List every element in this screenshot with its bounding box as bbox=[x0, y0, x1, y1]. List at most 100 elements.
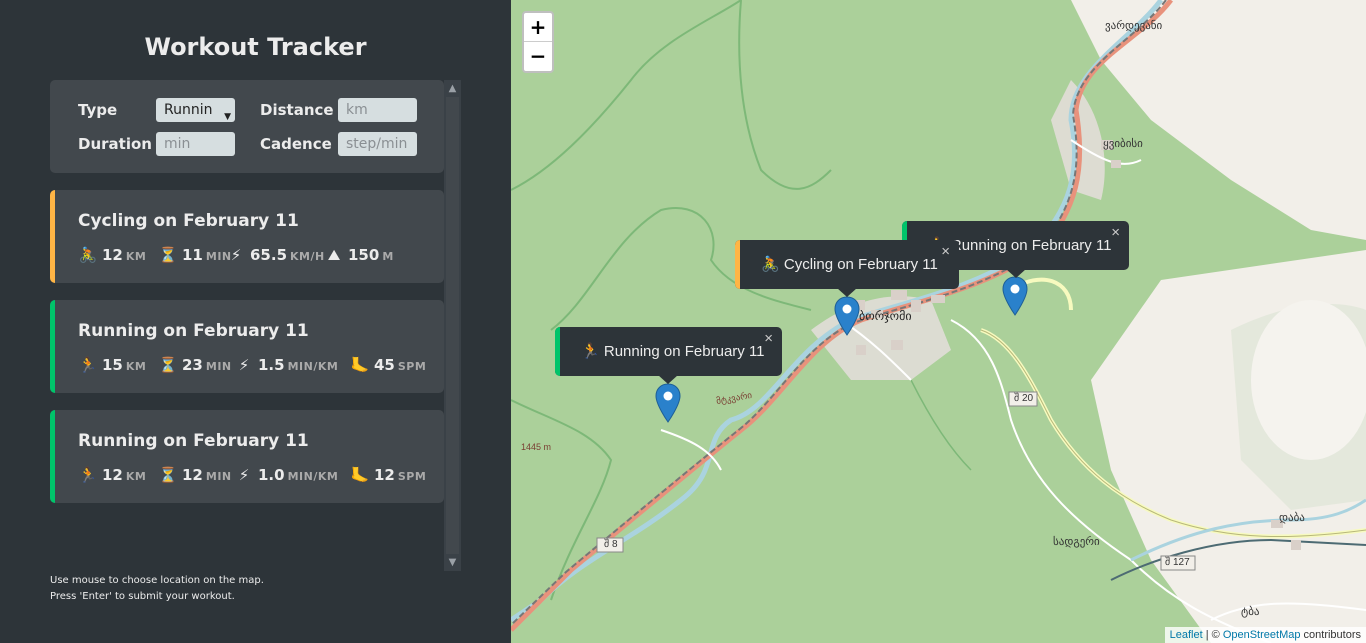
mountain-icon: ⛰ bbox=[327, 246, 341, 264]
detail-value: 12 bbox=[102, 246, 123, 264]
workout-detail: ⛰ 150 M bbox=[324, 246, 394, 264]
scrollbar[interactable]: ▲ ▼ bbox=[444, 80, 461, 571]
map-attribution: Leaflet | © OpenStreetMap contributors bbox=[1164, 627, 1366, 643]
map[interactable]: ვარდევანი ყვიბისი ბორჯომი მტკვარი სადგერ… bbox=[511, 0, 1366, 643]
zoom-in-button[interactable]: + bbox=[524, 13, 552, 42]
workout-card[interactable]: Running on February 11 🏃 15 KM ⏳ 23 MIN ⚡ 1.5 MIN… bbox=[50, 300, 444, 393]
workout-detail: 🚴 12 KM bbox=[78, 246, 146, 264]
type-label: Type bbox=[78, 101, 118, 119]
road-label: შ 20 bbox=[1014, 393, 1034, 404]
workout-color-bar bbox=[50, 190, 55, 283]
popup-text: Cycling on February 11 bbox=[783, 256, 938, 273]
map-tiles bbox=[511, 0, 1366, 643]
lightning-icon: ⚡ bbox=[230, 246, 242, 264]
place-label: დაბა bbox=[1279, 512, 1305, 524]
workout-color-bar bbox=[50, 300, 55, 393]
type-select[interactable]: Runnin ▼ bbox=[156, 98, 235, 122]
attribution-separator: | © bbox=[1202, 629, 1223, 641]
detail-unit: KM bbox=[125, 360, 147, 373]
place-label: ბორჯომი bbox=[859, 309, 912, 323]
workout-card[interactable]: Cycling on February 11 🚴 12 KM ⏳ 11 MIN ⚡ 65.5 KM… bbox=[50, 190, 444, 283]
map-marker-icon[interactable] bbox=[1002, 276, 1028, 316]
workout-popup[interactable]: 🚴 Cycling on February 11 × bbox=[735, 240, 959, 297]
osm-link[interactable]: OpenStreetMap bbox=[1223, 629, 1301, 641]
popup-text: Running on February 11 bbox=[950, 237, 1112, 254]
workout-detail: ⚡ 65.5 KM/H bbox=[226, 246, 325, 264]
place-label: ყვიბისი bbox=[1103, 138, 1143, 150]
detail-unit: M bbox=[382, 250, 394, 263]
zoom-out-button[interactable]: − bbox=[524, 42, 552, 71]
place-label: ტბა bbox=[1241, 606, 1260, 618]
workout-card[interactable]: Running on February 11 🏃 12 KM ⏳ 12 MIN ⚡ 1.0 MIN… bbox=[50, 410, 444, 503]
lightning-icon: ⚡ bbox=[238, 466, 250, 484]
foot-icon: 🦶 bbox=[350, 466, 370, 484]
distance-input[interactable]: km bbox=[338, 98, 417, 122]
sidebar: Workout Tracker Type Runnin ▼ Distance k… bbox=[0, 0, 511, 643]
runner-icon: 🏃 bbox=[581, 343, 600, 360]
popup-color-bar bbox=[735, 240, 740, 289]
scroll-up-icon[interactable]: ▲ bbox=[444, 80, 461, 97]
app-title: Workout Tracker bbox=[144, 33, 367, 61]
detail-unit: MIN/KM bbox=[287, 360, 339, 373]
workout-detail: 🦶 12 SPM bbox=[350, 466, 426, 484]
popup-tip bbox=[1006, 269, 1026, 278]
detail-unit: KM bbox=[125, 470, 147, 483]
duration-input[interactable]: min bbox=[156, 132, 235, 156]
workout-detail: ⚡ 1.0 MIN/KM bbox=[234, 466, 338, 484]
leaflet-link[interactable]: Leaflet bbox=[1170, 629, 1203, 641]
detail-unit: MIN/KM bbox=[287, 470, 339, 483]
usage-hint: Use mouse to choose location on the map.… bbox=[50, 573, 264, 605]
foot-icon: 🦶 bbox=[350, 356, 370, 374]
detail-unit: MIN bbox=[205, 470, 232, 483]
popup-tip bbox=[658, 375, 678, 384]
workout-detail: ⚡ 1.5 MIN/KM bbox=[234, 356, 338, 374]
close-icon[interactable]: × bbox=[764, 331, 773, 347]
detail-unit: SPM bbox=[397, 470, 427, 483]
detail-unit: SPM bbox=[397, 360, 427, 373]
hourglass-icon: ⏳ bbox=[158, 246, 178, 264]
workout-title: Cycling on February 11 bbox=[78, 211, 299, 231]
map-marker-icon[interactable] bbox=[655, 383, 681, 423]
detail-value: 12 bbox=[102, 466, 123, 484]
road-label: შ 127 bbox=[1165, 557, 1190, 568]
workout-form: Type Runnin ▼ Distance km Duration min C… bbox=[50, 80, 444, 173]
detail-value: 12 bbox=[182, 466, 203, 484]
detail-value: 45 bbox=[374, 356, 395, 374]
map-marker-icon[interactable] bbox=[834, 296, 860, 336]
runner-icon: 🏃 bbox=[78, 466, 98, 484]
hourglass-icon: ⏳ bbox=[158, 466, 178, 484]
workout-detail: 🏃 15 KM bbox=[78, 356, 146, 374]
runner-icon: 🏃 bbox=[78, 356, 98, 374]
distance-label: Distance bbox=[260, 101, 334, 119]
chevron-down-icon: ▼ bbox=[224, 112, 231, 122]
detail-value: 12 bbox=[374, 466, 395, 484]
workout-detail: ⏳ 12 MIN bbox=[158, 466, 232, 484]
workout-list: Type Runnin ▼ Distance km Duration min C… bbox=[50, 80, 444, 571]
place-label: სადგერი bbox=[1053, 536, 1100, 548]
workout-title: Running on February 11 bbox=[78, 431, 309, 451]
attribution-suffix: contributors bbox=[1300, 629, 1361, 641]
lightning-icon: ⚡ bbox=[238, 356, 250, 374]
scroll-thumb[interactable] bbox=[446, 97, 459, 554]
cyclist-icon: 🚴 bbox=[78, 246, 98, 264]
workout-detail: ⏳ 11 MIN bbox=[158, 246, 232, 264]
detail-value: 15 bbox=[102, 356, 123, 374]
detail-value: 150 bbox=[348, 246, 380, 264]
detail-unit: MIN bbox=[205, 360, 232, 373]
scroll-down-icon[interactable]: ▼ bbox=[444, 554, 461, 571]
cadence-input[interactable]: step/min bbox=[338, 132, 417, 156]
type-select-value: Runnin bbox=[164, 102, 213, 118]
close-icon[interactable]: × bbox=[941, 244, 950, 260]
detail-value: 1.0 bbox=[258, 466, 285, 484]
detail-value: 11 bbox=[182, 246, 203, 264]
detail-value: 65.5 bbox=[250, 246, 288, 264]
close-icon[interactable]: × bbox=[1111, 225, 1120, 241]
workout-detail: 🏃 12 KM bbox=[78, 466, 146, 484]
workout-popup[interactable]: 🏃 Running on February 11 × bbox=[555, 327, 782, 384]
workout-detail: 🦶 45 SPM bbox=[350, 356, 426, 374]
hourglass-icon: ⏳ bbox=[158, 356, 178, 374]
road-label: შ 8 bbox=[604, 539, 618, 550]
detail-unit: KM/H bbox=[290, 250, 325, 263]
detail-value: 23 bbox=[182, 356, 203, 374]
cadence-label: Cadence bbox=[260, 135, 332, 153]
